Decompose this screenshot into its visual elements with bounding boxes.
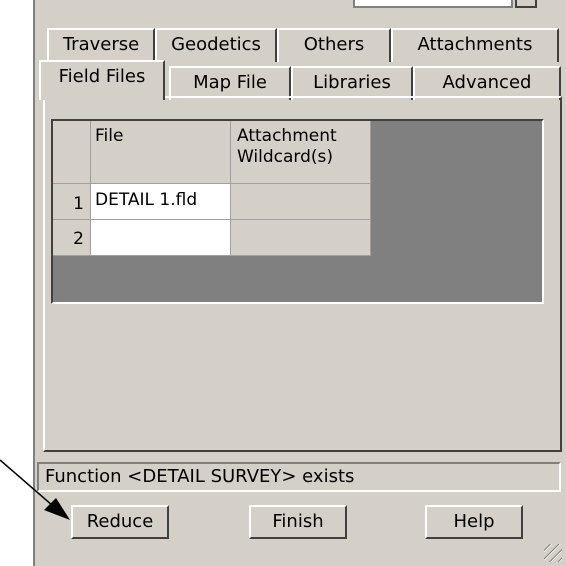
reduce-button[interactable]: Reduce	[71, 505, 169, 539]
help-button[interactable]: Help	[425, 505, 523, 539]
wildcard-cell[interactable]	[231, 220, 371, 256]
tab-label: Field Files	[58, 66, 146, 87]
button-label: Finish	[272, 511, 324, 532]
tab-label: Traverse	[62, 34, 140, 55]
tab-traverse[interactable]: Traverse	[47, 28, 155, 62]
row-number: 2	[73, 229, 84, 249]
file-cell[interactable]: DETAIL 1.fld	[91, 184, 231, 220]
column-header-label-line2: Wildcard(s)	[237, 147, 334, 167]
tab-label: Advanced	[442, 72, 532, 93]
button-label: Help	[453, 511, 495, 532]
file-name: DETAIL 1.fld	[95, 190, 198, 210]
tab-field-files[interactable]: Field Files	[39, 60, 165, 100]
tab-label: Map File	[193, 72, 267, 93]
tab-advanced[interactable]: Advanced	[413, 66, 561, 100]
corner-cell	[53, 121, 91, 184]
tab-label: Attachments	[417, 34, 533, 55]
field-files-grid: File Attachment Wildcard(s) 1 DETAIL 1.f…	[51, 119, 544, 304]
tab-geodetics[interactable]: Geodetics	[155, 28, 277, 62]
top-dropdown[interactable]	[353, 0, 513, 8]
status-bar: Function <DETAIL SURVEY> exists	[37, 462, 561, 492]
wildcard-cell[interactable]	[231, 184, 371, 220]
column-header-file[interactable]: File	[91, 121, 231, 184]
top-dropdown-button[interactable]	[515, 0, 537, 8]
status-text: Function <DETAIL SURVEY> exists	[45, 466, 355, 487]
finish-button[interactable]: Finish	[249, 505, 347, 539]
dialog-window: Traverse Geodetics Others Attachments Fi…	[33, 0, 566, 566]
tab-libraries[interactable]: Libraries	[291, 66, 413, 100]
file-cell[interactable]	[91, 220, 231, 256]
column-header-wildcard[interactable]: Attachment Wildcard(s)	[231, 121, 371, 184]
column-header-label: Attachment	[237, 126, 337, 146]
row-header[interactable]: 2	[53, 220, 91, 256]
button-label: Reduce	[86, 511, 154, 532]
column-header-label: File	[95, 126, 124, 146]
row-header[interactable]: 1	[53, 184, 91, 220]
tab-attachments[interactable]: Attachments	[391, 28, 559, 62]
tab-label: Others	[303, 34, 365, 55]
resize-grip-icon[interactable]	[544, 544, 562, 562]
tab-label: Libraries	[313, 72, 391, 93]
tab-map-file[interactable]: Map File	[169, 66, 291, 100]
tab-others[interactable]: Others	[277, 28, 391, 62]
row-number: 1	[73, 194, 84, 214]
tab-label: Geodetics	[171, 34, 261, 55]
